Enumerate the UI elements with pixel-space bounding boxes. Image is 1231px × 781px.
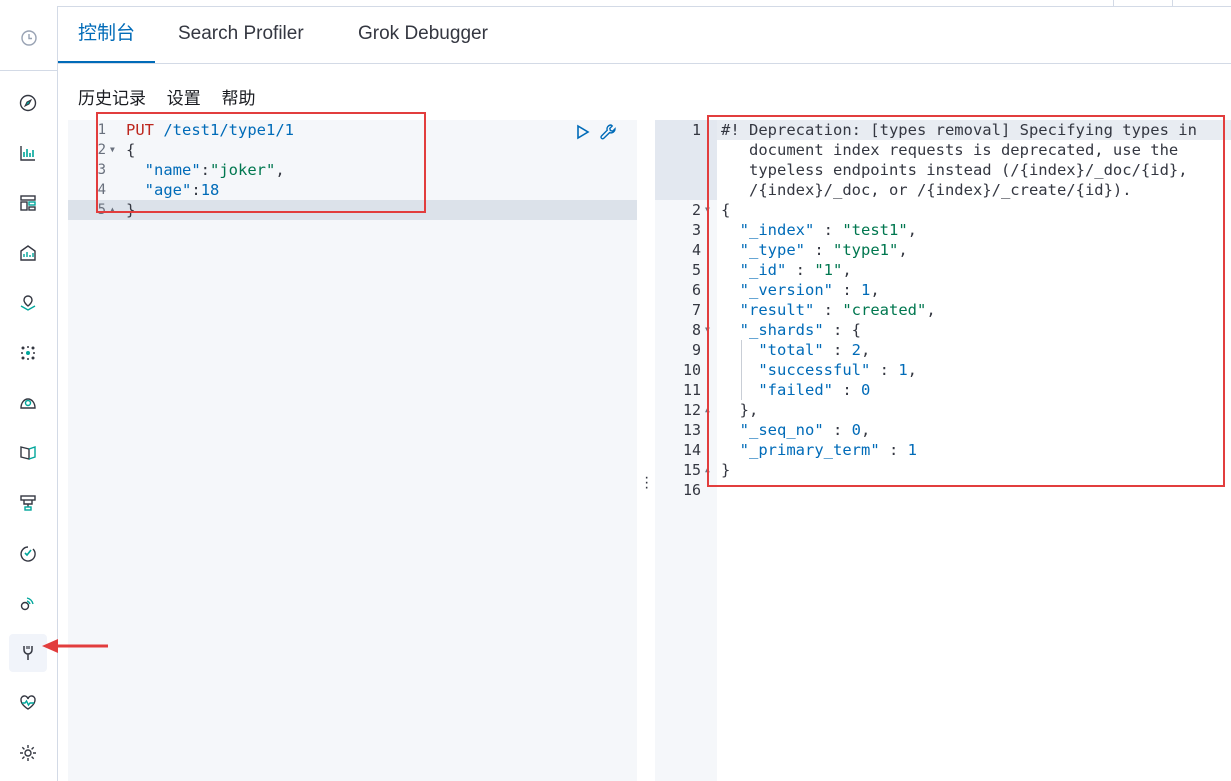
line-number: 8 [691, 321, 701, 339]
nav-visualize[interactable] [9, 134, 47, 172]
recently-viewed-button[interactable] [0, 6, 57, 71]
line-number: 14 [682, 441, 701, 459]
infra-icon [20, 495, 36, 511]
visualize-icon [20, 146, 35, 161]
left-nav [0, 6, 58, 781]
line-number: 5 [691, 261, 701, 279]
annotation-box-response [707, 115, 1225, 487]
nav-apm[interactable] [9, 584, 47, 622]
annotation-arrow-icon [42, 639, 108, 653]
resize-handle-icon[interactable]: · · · [644, 470, 649, 496]
compass-icon [19, 94, 37, 112]
tab-search-profiler[interactable]: Search Profiler [158, 6, 324, 62]
nav-maps[interactable] [9, 284, 47, 322]
graph-icon [20, 398, 36, 409]
wrench-icon[interactable] [598, 122, 618, 142]
line-number: 7 [691, 301, 701, 319]
line-number: 3 [691, 221, 701, 239]
line-number: 9 [691, 341, 701, 359]
management-icon [20, 745, 36, 761]
nav-dashboard[interactable] [9, 184, 47, 222]
line-number: 6 [691, 281, 701, 299]
line-number: 10 [682, 361, 701, 379]
line-number: 1 [691, 121, 701, 139]
nav-stack-monitoring[interactable] [9, 684, 47, 722]
ml-icon [21, 346, 35, 360]
dev-tools-tabs: 控制台 Search Profiler Grok Debugger [58, 6, 1231, 64]
dashboard-icon [20, 195, 36, 211]
request-actions [572, 122, 618, 142]
nav-stack-management[interactable] [9, 734, 47, 772]
line-number: 15 [682, 461, 701, 479]
settings-link[interactable]: 设置 [167, 89, 201, 108]
line-number: 4 [691, 241, 701, 259]
help-link[interactable]: 帮助 [221, 89, 255, 108]
request-editor[interactable]: 1 2 ▼ 3 4 5 ▲ PUT /test1/type1/1 { "name… [68, 120, 637, 781]
history-link[interactable]: 历史记录 [78, 89, 146, 108]
nav-logs[interactable] [9, 434, 47, 472]
logs-icon [20, 446, 36, 460]
line-number: 16 [682, 481, 701, 499]
tab-console[interactable]: 控制台 [58, 6, 156, 63]
uptime-icon [20, 546, 36, 562]
nav-canvas[interactable] [9, 234, 47, 272]
panel-resizer[interactable]: · · · [637, 120, 655, 781]
dev-tools-icon [23, 646, 33, 660]
nav-uptime[interactable] [9, 534, 47, 572]
clock-icon [20, 30, 37, 46]
monitoring-icon [20, 695, 36, 710]
canvas-icon [20, 245, 36, 261]
tab-grok-debugger[interactable]: Grok Debugger [338, 6, 508, 62]
nav-machine-learning[interactable] [9, 334, 47, 372]
play-icon[interactable] [572, 122, 592, 142]
nav-infrastructure[interactable] [9, 484, 47, 522]
apm-icon [20, 597, 34, 611]
line-number: 11 [682, 381, 701, 399]
line-number: 2 [691, 201, 701, 219]
console-menu: 历史记录 设置 帮助 [78, 84, 271, 108]
annotation-box-request [96, 112, 426, 213]
nav-graph[interactable] [9, 384, 47, 422]
line-number: 13 [682, 421, 701, 439]
line-number: 12 [682, 401, 701, 419]
nav-discover[interactable] [9, 84, 47, 122]
maps-icon [20, 295, 36, 311]
